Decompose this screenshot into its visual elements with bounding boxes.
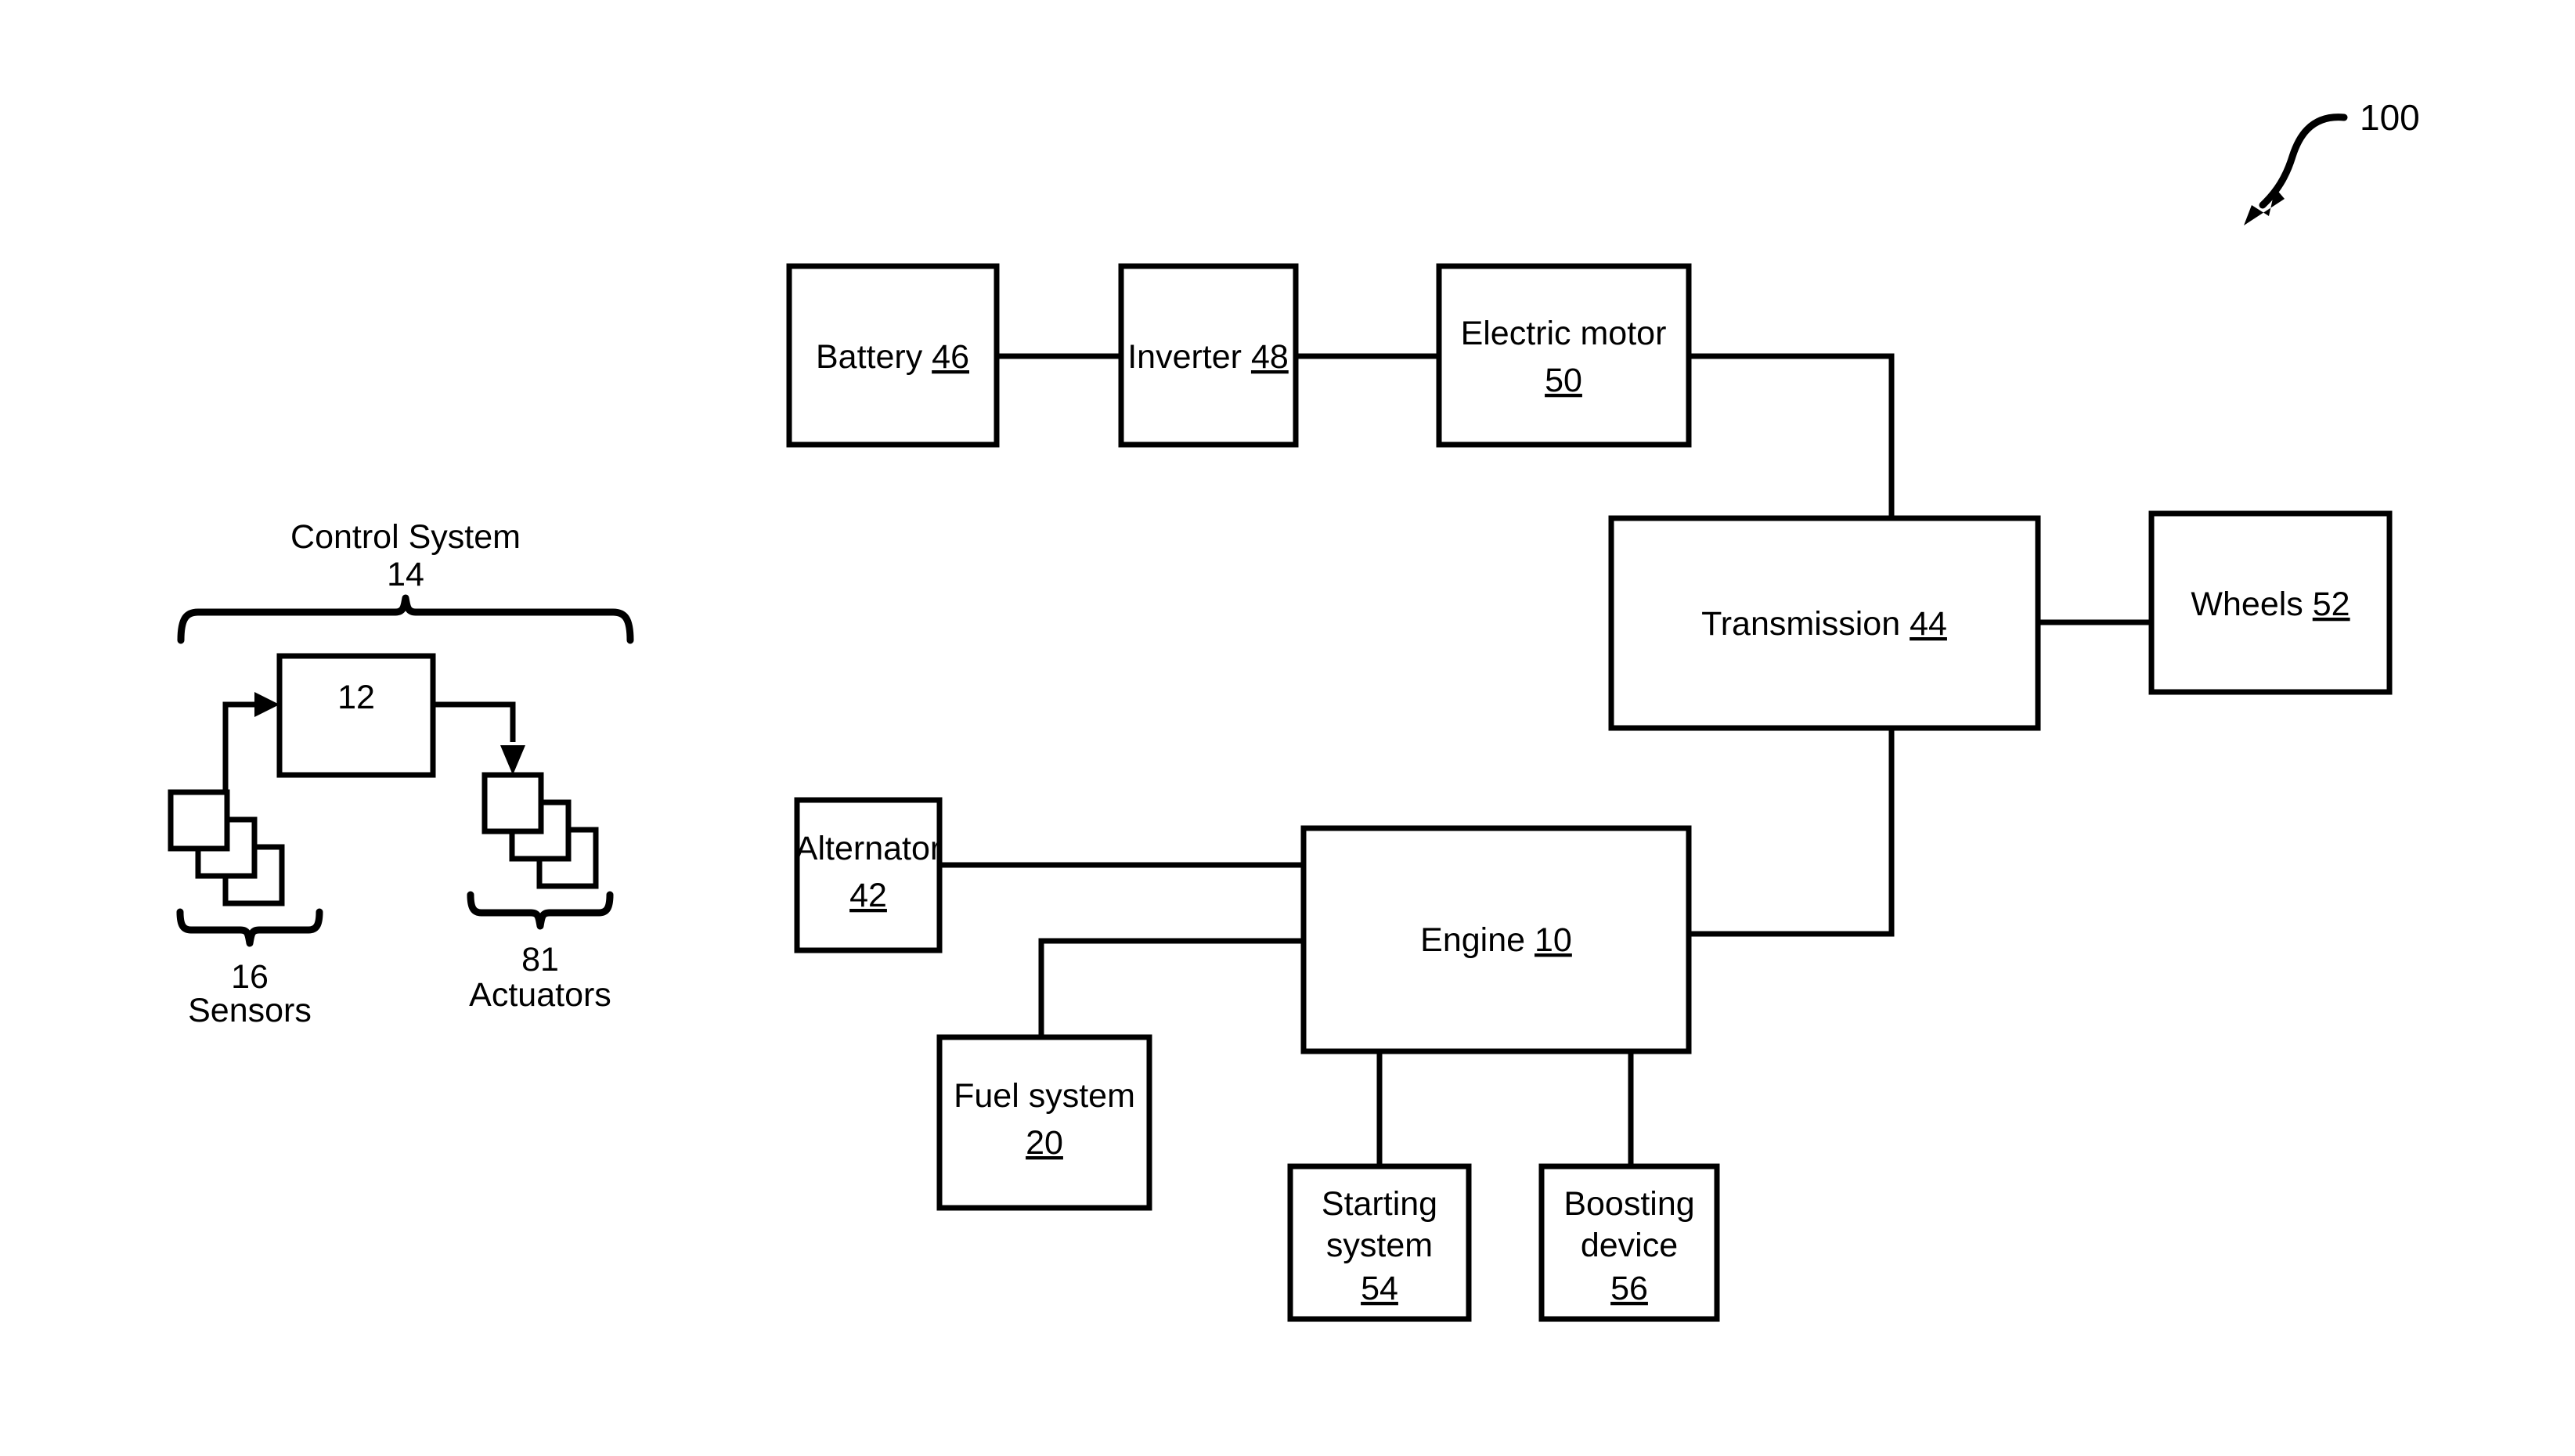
boosting-device-block[interactable]: Boosting device 56 (1538, 1163, 1720, 1322)
wheels-label: Wheels (2191, 586, 2303, 623)
control-system-ref: 14 (387, 556, 424, 593)
wheels-block[interactable]: Wheels 52 (2148, 510, 2393, 695)
fuel-system-ref: 20 (1026, 1124, 1063, 1162)
transmission-to-engine-line (1689, 728, 1895, 937)
alternator-block[interactable]: Alternator 42 (794, 797, 943, 953)
boosting-device-label-line2: device (1581, 1227, 1678, 1264)
sensor-box-1[interactable] (168, 789, 230, 852)
alternator-ref: 42 (849, 877, 887, 914)
sensors-label: Sensors (188, 992, 312, 1029)
alternator-box[interactable] (794, 797, 943, 953)
figure-number: 100 (2360, 97, 2420, 138)
fuel-system-block[interactable]: Fuel system 20 (936, 1034, 1152, 1211)
sensors-to-controller-line (222, 701, 264, 792)
engine-label-group: Engine 10 (1420, 921, 1572, 959)
transmission-label-group: Transmission 44 (1701, 605, 1947, 643)
inverter-label-group: Inverter 48 (1127, 338, 1289, 376)
fuel-system-box-body[interactable] (936, 1034, 1152, 1211)
fuel-system-label: Fuel system (954, 1077, 1135, 1115)
engine-block[interactable]: Engine 10 (1300, 825, 1692, 1054)
starting-system-label-line2: system (1326, 1227, 1433, 1264)
sensors-ref: 16 (231, 958, 269, 996)
boosting-device-ref: 56 (1610, 1270, 1648, 1307)
actuator-box-1[interactable] (481, 772, 544, 834)
sensors-arrow-head-icon (254, 692, 279, 717)
battery-label: Battery (816, 338, 923, 376)
patent-figure-canvas: 100 Control System 14 12 16 Sensors 81 A… (168, 97, 2420, 1322)
actuators-label: Actuators (469, 976, 611, 1014)
electric-motor-label: Electric motor (1461, 315, 1667, 352)
controller-to-actuators-line (433, 701, 516, 742)
engine-label: Engine (1420, 921, 1525, 959)
actuators-brace (467, 891, 614, 930)
controller-ref: 12 (337, 679, 375, 716)
actuators-arrow-head-icon (500, 745, 525, 775)
electric-motor-box[interactable] (1436, 263, 1692, 448)
starting-system-block[interactable]: Starting system 54 (1287, 1163, 1472, 1322)
motor-to-transmission-line (1689, 353, 1895, 518)
transmission-ref: 44 (1910, 605, 1947, 643)
inverter-block[interactable]: Inverter 48 (1118, 263, 1299, 448)
sensors-brace (176, 908, 323, 947)
control-system-group: Control System 14 12 16 Sensors 81 Actua… (168, 518, 634, 1029)
alternator-label: Alternator (795, 830, 941, 867)
transmission-block[interactable]: Transmission 44 (1608, 515, 2041, 731)
boosting-device-label-line1: Boosting (1563, 1185, 1694, 1223)
fuel-system-to-engine-line (1038, 938, 1304, 1037)
control-system-brace (177, 594, 634, 644)
starting-system-ref: 54 (1361, 1270, 1398, 1307)
figure-reference-callout: 100 (2244, 97, 2420, 225)
electric-motor-block[interactable]: Electric motor 50 (1436, 263, 1692, 448)
starting-system-label-line1: Starting (1322, 1185, 1437, 1223)
actuators-stack[interactable] (481, 772, 599, 889)
inverter-label: Inverter (1127, 338, 1242, 376)
wheels-ref: 52 (2313, 586, 2350, 623)
engine-ref: 10 (1535, 921, 1572, 959)
actuators-ref: 81 (521, 941, 559, 978)
wheels-label-group: Wheels 52 (2191, 586, 2350, 623)
sensors-stack[interactable] (168, 789, 285, 906)
battery-ref: 46 (932, 338, 969, 376)
electric-motor-ref: 50 (1545, 362, 1582, 399)
transmission-label: Transmission (1701, 605, 1900, 643)
battery-block[interactable]: Battery 46 (786, 263, 1000, 448)
inverter-ref: 48 (1251, 338, 1289, 376)
control-system-title: Control System (290, 518, 521, 556)
battery-label-group: Battery 46 (816, 338, 969, 376)
